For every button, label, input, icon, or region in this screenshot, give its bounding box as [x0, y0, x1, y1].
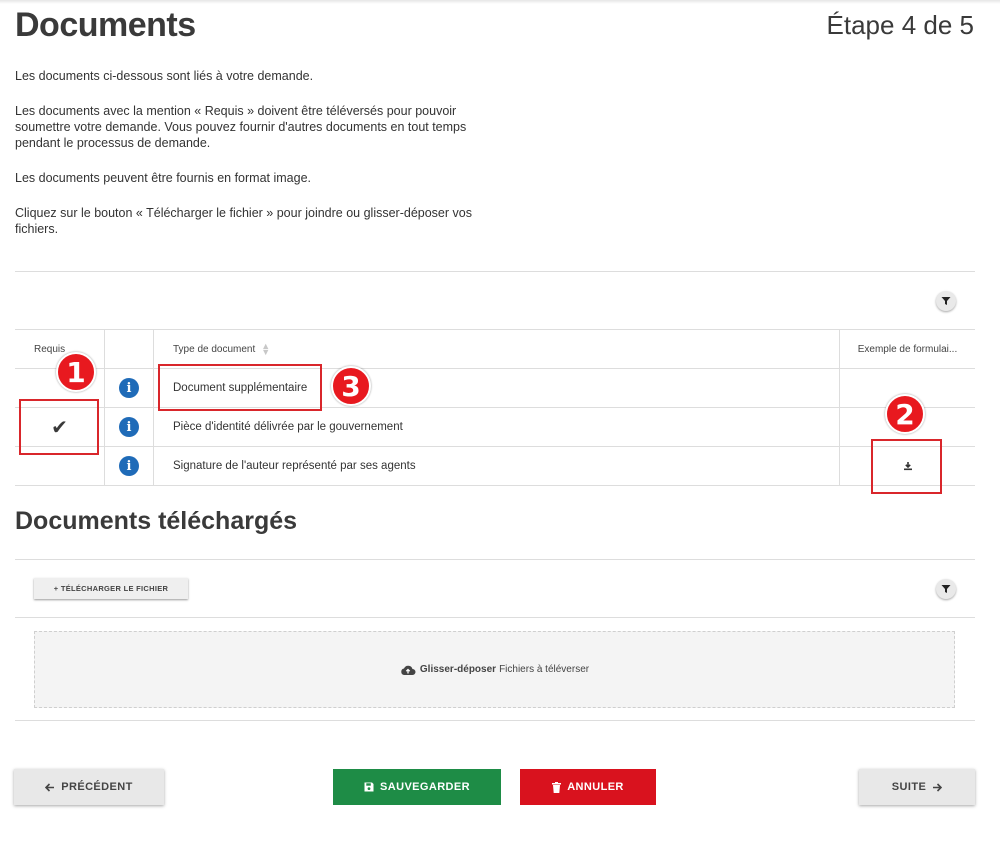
sort-icon[interactable]: ▲ ▼ [261, 342, 270, 357]
document-type-cell: Signature de l'auteur représenté par ses… [154, 447, 840, 485]
trash-icon [552, 781, 562, 793]
dropzone-bold-label: Glisser-déposer [419, 664, 497, 675]
filter-icon [941, 297, 951, 305]
intro-text: Les documents ci-dessous sont liés à vot… [15, 68, 485, 256]
divider [15, 559, 975, 560]
intro-paragraph-4: Cliquez sur le bouton « Télécharger le f… [15, 206, 472, 236]
info-icon[interactable]: i [119, 378, 139, 398]
dropzone-label: Fichiers à téléverser [499, 664, 590, 675]
info-cell: i [105, 408, 154, 446]
document-type-label: Signature de l'auteur représenté par ses… [173, 460, 416, 472]
arrow-left-icon [45, 782, 55, 792]
column-header-required-label: Requis [34, 343, 66, 355]
filter-button[interactable] [936, 579, 956, 599]
column-header-document-type-label: Type de document [173, 343, 256, 355]
annotation-badge-1: 1 [56, 352, 96, 392]
annotation-badge-3: 3 [331, 366, 371, 406]
intro-paragraph-3: Les documents peuvent être fournis en fo… [15, 171, 311, 185]
annotation-box-required [19, 399, 99, 455]
upload-file-button[interactable]: + TÉLÉCHARGER LE FICHIER [34, 578, 188, 599]
annotation-box-document-type [158, 364, 322, 411]
table-row: i Signature de l'auteur représenté par s… [15, 447, 975, 486]
page-title: Documents [15, 6, 196, 44]
arrow-right-icon [932, 782, 943, 792]
table-row: ✔ i Pièce d'identité délivrée par le gou… [15, 408, 975, 447]
intro-paragraph-1: Les documents ci-dessous sont liés à vot… [15, 69, 314, 83]
previous-label: PRÉCÉDENT [61, 781, 133, 793]
uploaded-documents-title: Documents téléchargés [15, 507, 298, 535]
filter-button[interactable] [936, 291, 956, 311]
info-icon[interactable]: i [119, 417, 139, 437]
info-cell: i [105, 447, 154, 485]
top-shadow [0, 0, 1000, 4]
cloud-upload-icon [401, 665, 416, 675]
save-icon [364, 782, 374, 792]
save-button[interactable]: SAUVEGARDER [333, 769, 501, 805]
filter-icon [941, 585, 951, 593]
divider [15, 617, 975, 618]
cancel-label: ANNULER [567, 781, 624, 793]
divider [15, 271, 975, 272]
document-type-cell: Pièce d'identité délivrée par le gouvern… [154, 408, 840, 446]
drop-zone[interactable]: Glisser-déposer Fichiers à téléverser [34, 631, 955, 708]
step-indicator: Étape 4 de 5 [826, 10, 974, 40]
info-icon[interactable]: i [119, 456, 139, 476]
save-label: SAUVEGARDER [380, 781, 470, 793]
divider [15, 720, 975, 721]
cancel-button[interactable]: ANNULER [520, 769, 656, 805]
next-button[interactable]: SUITE [859, 769, 975, 805]
info-cell: i [105, 369, 154, 407]
column-header-info [105, 330, 154, 368]
next-label: SUITE [891, 781, 927, 793]
annotation-box-example [871, 439, 942, 494]
column-header-example[interactable]: Exemple de formulai... [840, 330, 975, 368]
annotation-badge-2: 2 [885, 394, 925, 434]
column-header-example-label: Exemple de formulai... [857, 343, 958, 355]
column-header-document-type[interactable]: Type de document ▲ ▼ [154, 330, 840, 368]
intro-paragraph-2: Les documents avec la mention « Requis »… [15, 104, 467, 150]
document-type-label: Pièce d'identité délivrée par le gouvern… [173, 421, 403, 433]
previous-button[interactable]: PRÉCÉDENT [14, 769, 164, 805]
